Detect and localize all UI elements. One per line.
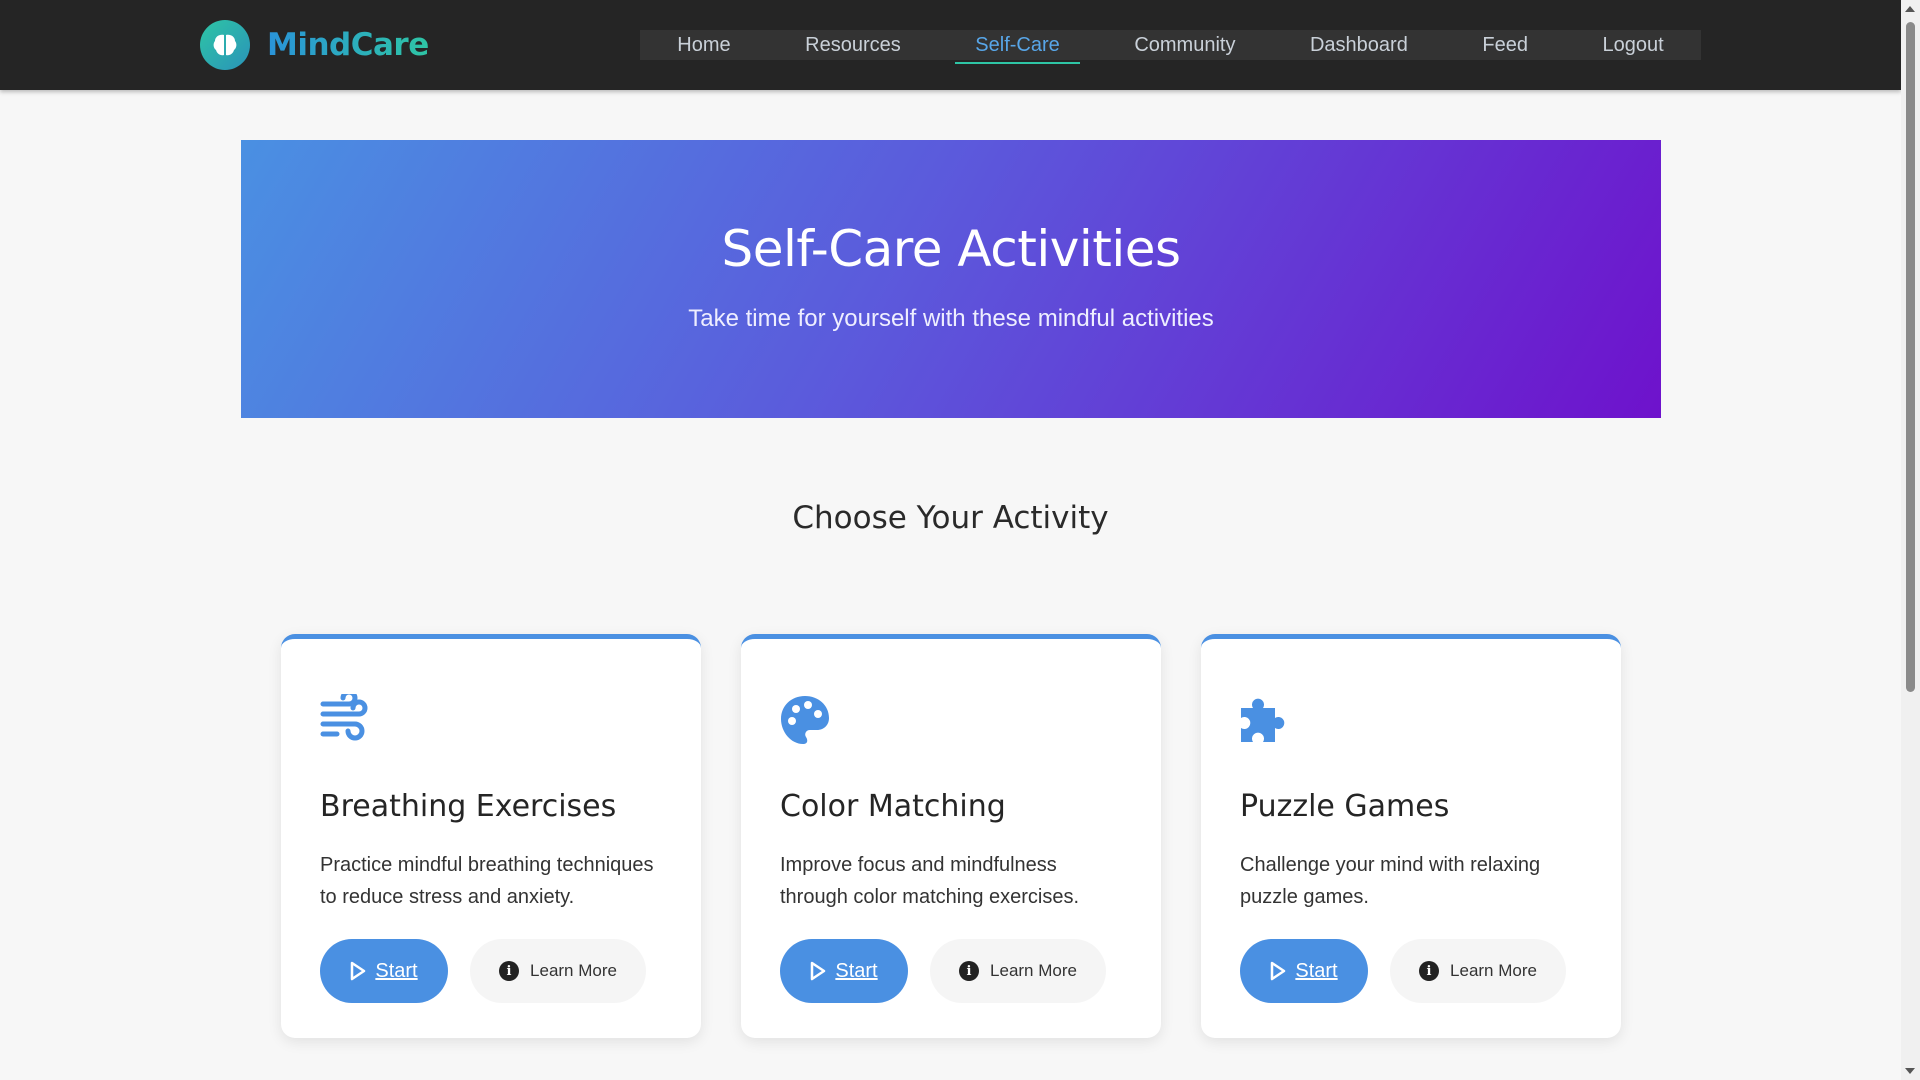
brand[interactable]: MindCare xyxy=(200,20,429,70)
hero-subtitle: Take time for yourself with these mindfu… xyxy=(688,305,1214,332)
learn-more-label: Learn More xyxy=(990,961,1077,980)
start-button[interactable]: Start xyxy=(1240,939,1368,1003)
card-title: Puzzle Games xyxy=(1240,789,1450,824)
play-icon xyxy=(351,961,366,981)
learn-more-button[interactable]: i Learn More xyxy=(1390,939,1566,1003)
hero-title: Self-Care Activities xyxy=(721,220,1181,278)
play-icon xyxy=(1271,961,1286,981)
start-label: Start xyxy=(375,959,418,982)
top-navbar: MindCare Home Resources Self-Care Commun… xyxy=(0,0,1901,90)
start-label: Start xyxy=(1295,959,1338,982)
learn-more-label: Learn More xyxy=(1450,961,1537,980)
scroll-thumb[interactable] xyxy=(1906,22,1915,692)
info-icon: i xyxy=(959,961,980,981)
section-title: Choose Your Activity xyxy=(792,500,1109,536)
brain-icon xyxy=(200,20,250,70)
start-label: Start xyxy=(835,959,878,982)
card-description: Improve focus and mindfulness through co… xyxy=(780,854,1080,908)
wind-icon xyxy=(319,689,371,746)
card-title: Color Matching xyxy=(780,789,1006,824)
activity-card-puzzle: Puzzle Games Challenge your mind with re… xyxy=(1201,634,1621,1038)
activity-card-color-matching: Color Matching Improve focus and mindful… xyxy=(741,634,1161,1038)
card-title: Breathing Exercises xyxy=(320,789,617,824)
nav-resources[interactable]: Resources xyxy=(785,30,921,60)
learn-more-button[interactable]: i Learn More xyxy=(470,939,646,1003)
main-nav: Home Resources Self-Care Community Dashb… xyxy=(640,30,1701,64)
vertical-scrollbar[interactable] xyxy=(1901,0,1920,1080)
nav-home[interactable]: Home xyxy=(657,30,750,60)
nav-logout[interactable]: Logout xyxy=(1582,30,1683,60)
learn-more-label: Learn More xyxy=(530,961,617,980)
card-description: Practice mindful breathing techniques to… xyxy=(320,854,654,908)
nav-self-care[interactable]: Self-Care xyxy=(955,30,1081,64)
play-icon xyxy=(811,961,826,981)
palette-icon xyxy=(779,694,831,746)
nav-dashboard[interactable]: Dashboard xyxy=(1290,30,1428,60)
scroll-up-arrow-icon[interactable] xyxy=(1905,6,1915,12)
info-icon: i xyxy=(499,961,520,981)
nav-feed[interactable]: Feed xyxy=(1462,30,1548,60)
activity-card-breathing: Breathing Exercises Practice mindful bre… xyxy=(281,634,701,1038)
card-description: Challenge your mind with relaxing puzzle… xyxy=(1240,854,1541,908)
hero-banner: Self-Care Activities Take time for yours… xyxy=(241,140,1661,418)
learn-more-button[interactable]: i Learn More xyxy=(930,939,1106,1003)
info-icon: i xyxy=(1419,961,1440,981)
nav-community[interactable]: Community xyxy=(1114,30,1255,60)
scroll-down-arrow-icon[interactable] xyxy=(1905,1068,1915,1074)
puzzle-icon xyxy=(1239,694,1291,746)
start-button[interactable]: Start xyxy=(780,939,908,1003)
start-button[interactable]: Start xyxy=(320,939,448,1003)
brand-name: MindCare xyxy=(267,27,429,63)
